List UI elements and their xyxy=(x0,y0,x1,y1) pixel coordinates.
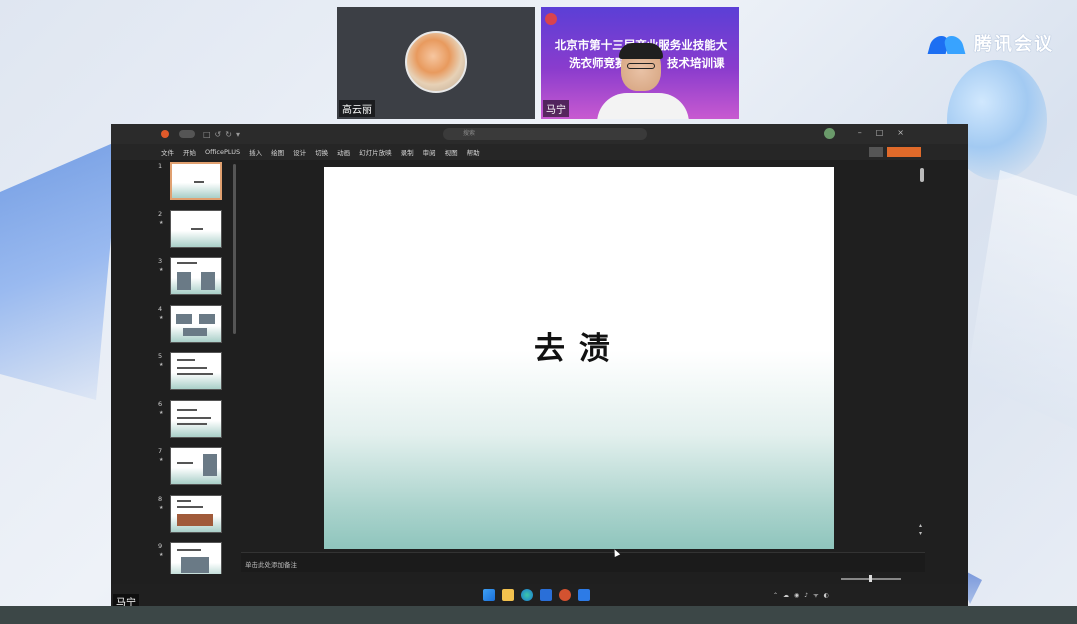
slide-thumbnail[interactable]: 5 ★ xyxy=(153,350,233,398)
shared-screen: ​ □↺↻▾ 搜索 –□× 文件 开始 OfficePLUS 插入 绘图 设计 … xyxy=(111,124,968,606)
meeting-app-icon[interactable] xyxy=(578,589,590,601)
file-explorer-icon[interactable] xyxy=(502,589,514,601)
slide-thumbnail[interactable]: 6 ★ xyxy=(153,398,233,446)
account-avatar[interactable] xyxy=(824,128,835,139)
autosave-toggle[interactable] xyxy=(179,130,195,138)
slide-thumbnail-pane[interactable]: 1 2 ★ 3 ★ 4 ★ 5 ★ 6 ★ 7 ★ 8 ★ 9 ★ xyxy=(153,160,233,574)
participant-video-tile[interactable]: 高云丽 xyxy=(337,7,535,119)
slide-title[interactable]: 去渍 xyxy=(324,323,834,368)
notes-placeholder: 单击此处添加备注 xyxy=(245,561,297,569)
participant-name: 马宁 xyxy=(543,100,569,117)
slide-thumbnail[interactable]: 8 ★ xyxy=(153,493,233,541)
tab-draw[interactable]: 绘图 xyxy=(271,147,284,157)
tab-home[interactable]: 开始 xyxy=(183,147,196,157)
share-button[interactable] xyxy=(887,147,921,157)
windows-start-icon[interactable] xyxy=(483,589,495,601)
tab-slideshow[interactable]: 幻灯片放映 xyxy=(359,147,392,157)
notes-pane[interactable]: 单击此处添加备注 xyxy=(241,552,925,572)
search-input[interactable]: 搜索 xyxy=(443,128,647,140)
tab-animations[interactable]: 动画 xyxy=(337,147,350,157)
zoom-knob[interactable] xyxy=(869,575,872,582)
slide-canvas[interactable]: 去渍 xyxy=(324,167,834,549)
org-logo-icon xyxy=(545,13,557,25)
tab-insert[interactable]: 插入 xyxy=(249,147,262,157)
quick-access-icons[interactable]: □↺↻▾ xyxy=(203,130,244,139)
slide-thumbnail[interactable]: 2 ★ xyxy=(153,208,233,256)
meeting-bottom-bar xyxy=(0,606,1077,624)
brand-name: 腾讯会议 xyxy=(974,34,1054,55)
tab-view[interactable]: 视图 xyxy=(445,147,458,157)
comments-button[interactable] xyxy=(869,147,883,157)
slide-thumbnail[interactable]: 4 ★ xyxy=(153,303,233,351)
slide-thumbnail[interactable]: 1 xyxy=(153,160,233,208)
meeting-brand: 腾讯会议 xyxy=(927,30,1054,56)
background-decoration xyxy=(967,170,1077,430)
windows-taskbar: ⌃☁◉♪ᯤ◐ xyxy=(111,584,968,606)
tab-officeplus[interactable]: OfficePLUS xyxy=(205,148,240,156)
taskbar-apps xyxy=(483,589,590,601)
participant-name: 高云丽 xyxy=(339,100,375,117)
tab-record[interactable]: 录制 xyxy=(401,147,414,157)
window-controls[interactable]: –□× xyxy=(858,128,918,137)
presenter-person xyxy=(597,43,689,119)
status-bar xyxy=(153,574,928,584)
presenter-video-tile[interactable]: 北京市第十三届商业服务业技能大赛 洗衣师竞赛 技术培训课 马宁 xyxy=(541,7,739,119)
slide-nav-arrows[interactable]: ▴ ▾ xyxy=(919,522,922,538)
tab-design[interactable]: 设计 xyxy=(293,147,306,157)
powerpoint-icon[interactable] xyxy=(559,589,571,601)
slide-thumbnail[interactable]: 3 ★ xyxy=(153,255,233,303)
participant-avatar xyxy=(405,31,467,93)
tab-review[interactable]: 审阅 xyxy=(423,147,436,157)
background-decoration xyxy=(0,140,120,400)
tab-transitions[interactable]: 切换 xyxy=(315,147,328,157)
slide-thumbnail[interactable]: 9 ★ xyxy=(153,540,233,574)
store-icon[interactable] xyxy=(540,589,552,601)
slide-thumbnail[interactable]: 7 ★ xyxy=(153,445,233,493)
ppt-titlebar: ​ □↺↻▾ 搜索 –□× xyxy=(111,124,968,144)
edge-icon[interactable] xyxy=(521,589,533,601)
tab-help[interactable]: 帮助 xyxy=(467,147,480,157)
tab-file[interactable]: 文件 xyxy=(161,147,174,157)
thumbnail-scrollbar[interactable] xyxy=(233,164,236,334)
slide-scrollbar[interactable] xyxy=(920,168,924,182)
ribbon-tabs: 文件 开始 OfficePLUS 插入 绘图 设计 切换 动画 幻灯片放映 录制… xyxy=(111,144,968,160)
system-tray[interactable]: ⌃☁◉♪ᯤ◐ xyxy=(773,591,834,599)
meeting-logo-icon xyxy=(927,32,968,54)
autosave-icon[interactable] xyxy=(161,130,169,138)
